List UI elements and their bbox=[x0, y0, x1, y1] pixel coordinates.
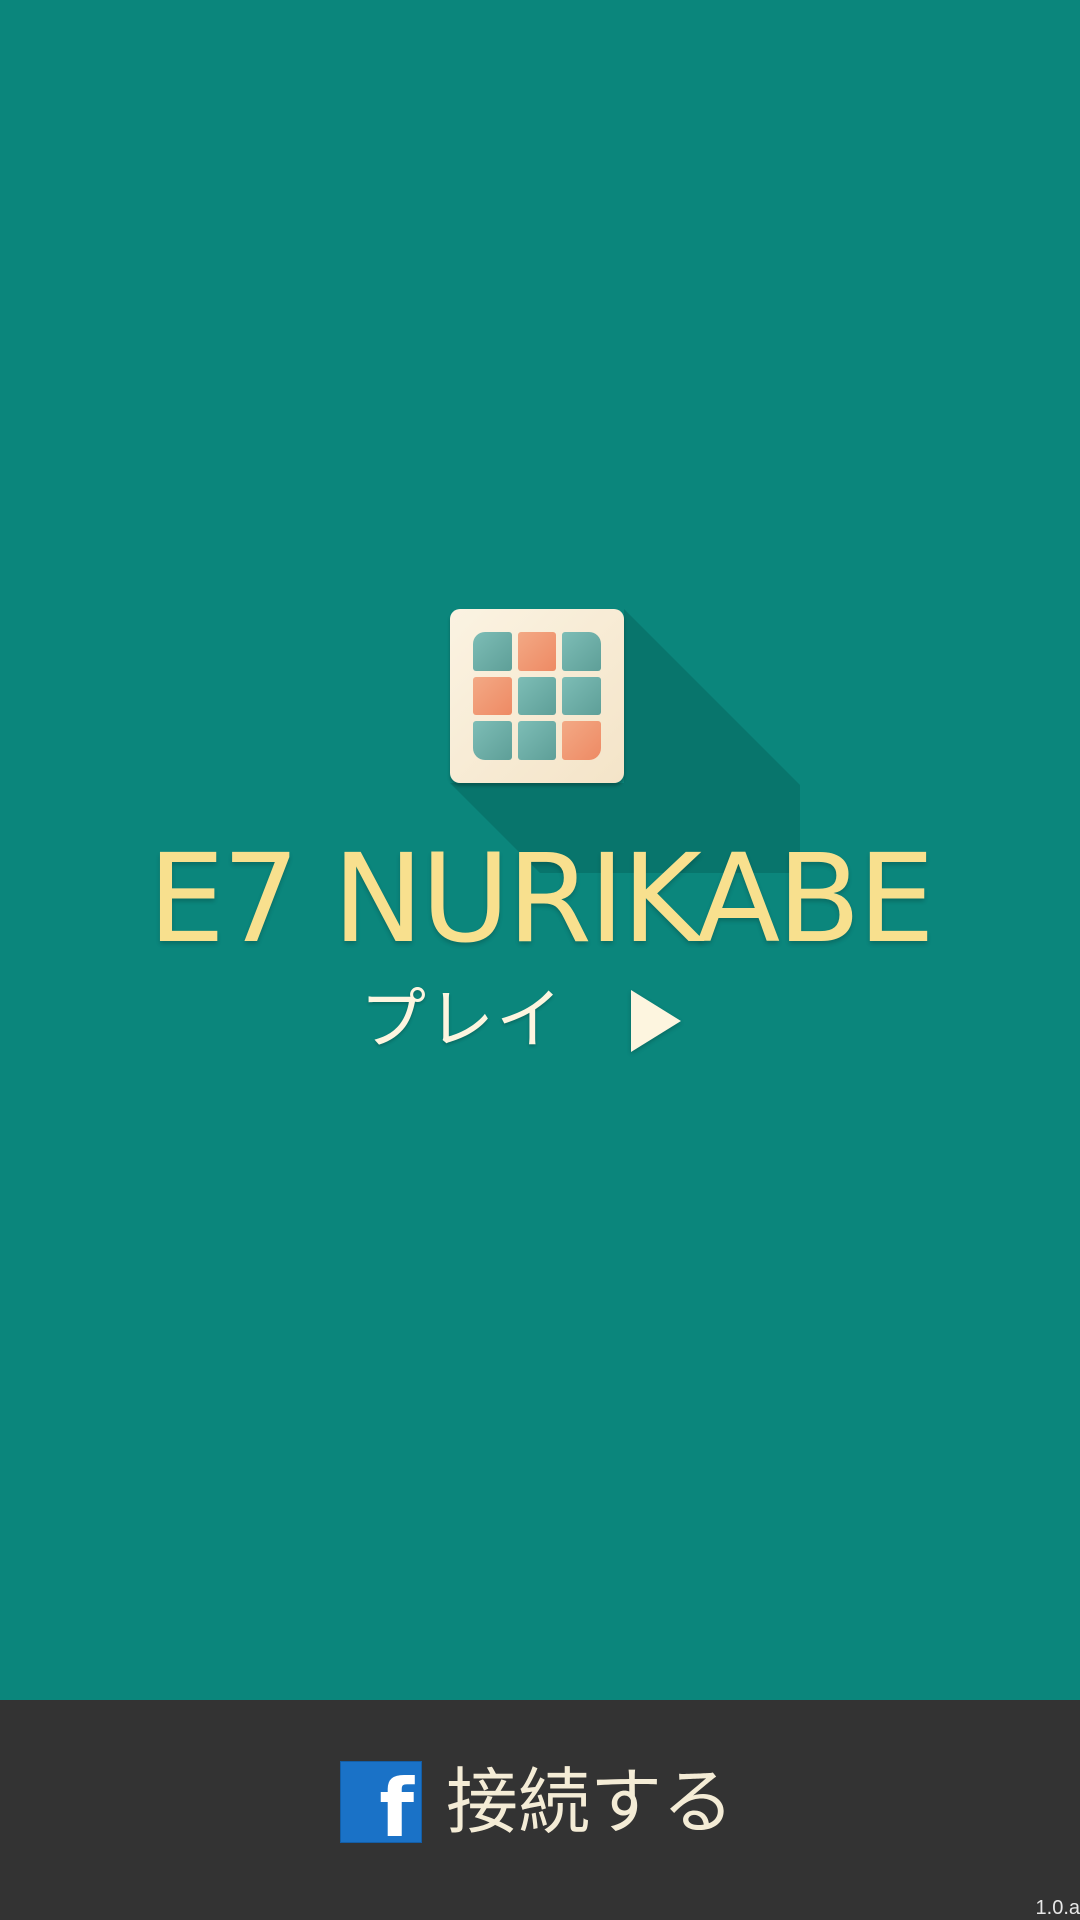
connect-label: 接続する bbox=[446, 1760, 735, 1844]
logo-cell bbox=[473, 632, 512, 671]
play-label: プレイ bbox=[360, 981, 564, 1058]
play-button[interactable]: プレイ bbox=[360, 980, 690, 1060]
play-triangle-icon bbox=[631, 990, 681, 1052]
logo-cell bbox=[473, 676, 512, 716]
facebook-icon: f bbox=[340, 1761, 422, 1843]
logo-cell bbox=[562, 632, 601, 671]
nurikabe-grid-icon bbox=[450, 609, 624, 783]
logo-cell bbox=[562, 676, 601, 716]
logo-cell bbox=[517, 721, 557, 760]
logo-cell bbox=[473, 721, 512, 760]
facebook-connect-button[interactable]: f 接続する bbox=[340, 1760, 750, 1844]
game-title: E7 NURIKABE bbox=[148, 828, 935, 970]
facebook-letter: f bbox=[379, 1762, 414, 1844]
bottom-bar: f 接続する 1.0.a bbox=[0, 1700, 1080, 1920]
version-label: 1.0.a bbox=[1035, 1897, 1080, 1919]
logo-cell bbox=[562, 721, 601, 760]
logo-cell bbox=[517, 632, 557, 671]
logo-grid bbox=[473, 632, 601, 760]
logo-cell bbox=[517, 676, 557, 716]
main-screen: E7 NURIKABE プレイ bbox=[0, 0, 1080, 1700]
